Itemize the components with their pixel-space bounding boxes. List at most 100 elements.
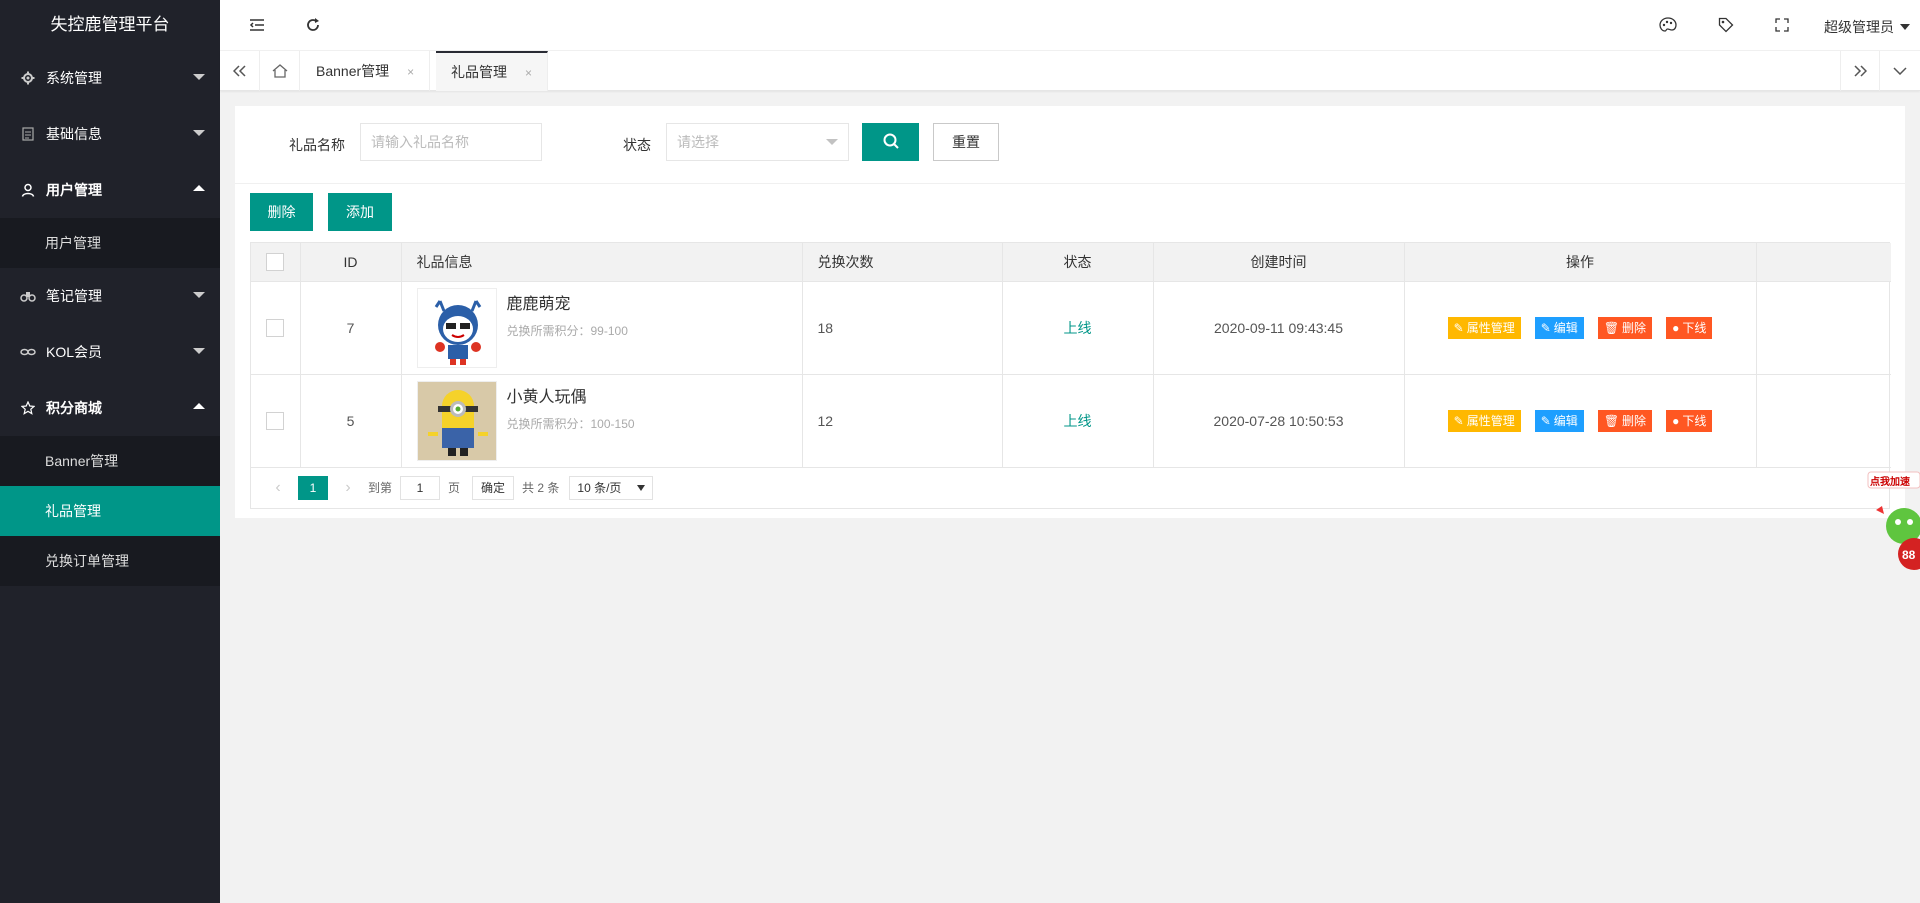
row-checkbox[interactable] bbox=[266, 411, 285, 430]
column-header-created[interactable]: 创建时间 bbox=[1153, 243, 1405, 282]
cell-id: 5 bbox=[300, 374, 402, 468]
sidebar-item-user-mgmt[interactable]: 用户管理 bbox=[0, 162, 220, 218]
tabs-dropdown-icon[interactable] bbox=[1880, 51, 1920, 91]
row-checkbox[interactable] bbox=[266, 318, 285, 337]
sidebar-item-label: 系统管理 bbox=[46, 70, 102, 86]
pencil-icon: ✎ bbox=[1453, 413, 1464, 428]
sidebar-item-kol[interactable]: KOL会员 bbox=[0, 324, 220, 380]
cell-spacer bbox=[1756, 281, 1891, 375]
edit-button[interactable]: ✎ 编辑 bbox=[1534, 316, 1584, 339]
next-page-icon[interactable]: › bbox=[336, 479, 360, 497]
cell-spacer bbox=[1756, 374, 1891, 468]
column-header-exchange-count[interactable]: 兑换次数 bbox=[802, 243, 1003, 282]
delete-button[interactable]: 删除 bbox=[250, 193, 313, 231]
delete-row-button[interactable]: 🗑 删除 bbox=[1597, 316, 1653, 339]
prev-page-icon[interactable]: ‹ bbox=[266, 479, 290, 497]
table-row: 5 小黄人玩偶 兑换所需积分：100-150 12 上线 2020-07-28 … bbox=[251, 374, 1891, 468]
gift-name-label: 礼品名称 bbox=[289, 137, 345, 153]
page-size-select[interactable]: 10 条/页 bbox=[569, 475, 654, 500]
chevron-down-icon bbox=[193, 348, 205, 354]
cell-gift-info: 小黄人玩偶 兑换所需积分：100-150 bbox=[401, 374, 803, 468]
gift-thumbnail-deer bbox=[416, 287, 497, 368]
column-header-id[interactable]: ID bbox=[300, 243, 402, 282]
gear-icon bbox=[20, 70, 36, 86]
pencil-icon: ✎ bbox=[1540, 320, 1551, 335]
select-all-checkbox[interactable] bbox=[266, 252, 285, 271]
offline-icon: ● bbox=[1672, 413, 1680, 428]
sidebar: 失控鹿管理平台 系统管理 基础信息 用户管理 用户管理 笔记管理 KOL会员 积… bbox=[0, 0, 220, 903]
column-header-actions[interactable]: 操作 bbox=[1404, 243, 1757, 282]
pencil-icon: ✎ bbox=[1540, 413, 1551, 428]
delete-row-button[interactable]: 🗑 删除 bbox=[1597, 409, 1653, 432]
page-unit-label: 页 bbox=[448, 481, 461, 495]
link-icon bbox=[20, 344, 36, 360]
gift-name: 鹿鹿萌宠 bbox=[506, 295, 571, 313]
sidebar-item-label: 用户管理 bbox=[46, 182, 102, 198]
search-form: 礼品名称 请输入礼品名称 状态 请选择 重置 bbox=[235, 106, 1905, 184]
close-icon[interactable]: × bbox=[407, 65, 414, 79]
chevron-up-icon bbox=[193, 185, 205, 191]
tab-gift[interactable]: 礼品管理 × bbox=[436, 51, 549, 91]
sidebar-item-points-mall[interactable]: 积分商城 bbox=[0, 380, 220, 436]
goto-page-input[interactable]: 1 bbox=[400, 475, 441, 500]
refresh-icon[interactable] bbox=[303, 15, 323, 35]
sidebar-item-basic-info[interactable]: 基础信息 bbox=[0, 106, 220, 162]
gift-name-input[interactable]: 请输入礼品名称 bbox=[360, 123, 542, 161]
admin-name: 超级管理员 bbox=[1824, 19, 1894, 35]
tag-icon[interactable] bbox=[1716, 15, 1736, 35]
sidebar-item-label: 笔记管理 bbox=[46, 288, 102, 304]
column-header-gift-info[interactable]: 礼品信息 bbox=[401, 243, 803, 282]
cell-gift-info: 鹿鹿萌宠 兑换所需积分：99-100 bbox=[401, 281, 803, 375]
status-label: 状态 bbox=[623, 137, 651, 153]
total-count: 共 2 条 bbox=[522, 481, 560, 495]
chevron-down-icon bbox=[637, 484, 646, 491]
sidebar-item-label: 积分商城 bbox=[46, 400, 102, 416]
offline-button[interactable]: ● 下线 bbox=[1666, 316, 1713, 339]
edit-label: 编辑 bbox=[1553, 413, 1578, 428]
page-size-value: 10 条/页 bbox=[577, 480, 622, 495]
sidebar-item-notes[interactable]: 笔记管理 bbox=[0, 268, 220, 324]
admin-user-menu[interactable]: 超级管理员 bbox=[1824, 17, 1910, 37]
speedup-widget[interactable]: 点我加速 88 bbox=[1864, 466, 1920, 576]
tabs-scroll-left-icon[interactable] bbox=[220, 51, 260, 91]
tabs-scroll-right-icon[interactable] bbox=[1840, 51, 1880, 91]
attribute-manage-button[interactable]: ✎ 属性管理 bbox=[1447, 409, 1521, 432]
gift-table: ID 礼品信息 兑换次数 状态 创建时间 操作 7 鹿鹿萌宠 兑换所需积分：99… bbox=[250, 242, 1891, 509]
theme-palette-icon[interactable] bbox=[1658, 15, 1678, 35]
sidebar-subitem-orders[interactable]: 兑换订单管理 bbox=[0, 536, 220, 586]
status-select[interactable]: 请选择 bbox=[666, 123, 849, 161]
current-page[interactable]: 1 bbox=[298, 475, 328, 500]
sidebar-item-label: 基础信息 bbox=[46, 126, 102, 142]
delete-label: 删除 bbox=[1622, 320, 1647, 335]
offline-button[interactable]: ● 下线 bbox=[1666, 409, 1713, 432]
chevron-down-icon bbox=[193, 130, 205, 136]
sidebar-item-system[interactable]: 系统管理 bbox=[0, 50, 220, 106]
close-icon[interactable]: × bbox=[525, 66, 532, 80]
search-icon bbox=[882, 132, 900, 153]
cell-created: 2020-07-28 10:50:53 bbox=[1153, 374, 1405, 468]
reset-button[interactable]: 重置 bbox=[933, 123, 999, 161]
cell-status: 上线 bbox=[1002, 374, 1154, 468]
search-button[interactable] bbox=[862, 123, 919, 161]
attribute-manage-button[interactable]: ✎ 属性管理 bbox=[1447, 316, 1521, 339]
cell-exchange-count: 18 bbox=[802, 281, 1003, 375]
sidebar-subitem-gift[interactable]: 礼品管理 bbox=[0, 486, 220, 536]
tab-banner[interactable]: Banner管理 × bbox=[301, 51, 431, 91]
table-header-row: ID 礼品信息 兑换次数 状态 创建时间 操作 bbox=[251, 243, 1891, 282]
chevron-down-icon bbox=[826, 139, 838, 145]
sidebar-subitem-banner[interactable]: Banner管理 bbox=[0, 436, 220, 486]
gift-points: 兑换所需积分：99-100 bbox=[506, 323, 628, 338]
offline-label: 下线 bbox=[1682, 413, 1707, 428]
cell-created: 2020-09-11 09:43:45 bbox=[1153, 281, 1405, 375]
fullscreen-icon[interactable] bbox=[1772, 15, 1792, 35]
sidebar-subitem-user-mgmt[interactable]: 用户管理 bbox=[0, 218, 220, 268]
goto-confirm-button[interactable]: 确定 bbox=[472, 475, 515, 500]
home-icon[interactable] bbox=[260, 51, 300, 91]
cell-actions: ✎ 属性管理 ✎ 编辑 🗑 删除 ● 下线 bbox=[1404, 374, 1757, 468]
menu-toggle-icon[interactable] bbox=[247, 15, 267, 35]
add-button[interactable]: 添加 bbox=[328, 193, 392, 231]
gift-thumbnail-minion bbox=[416, 380, 497, 461]
edit-button[interactable]: ✎ 编辑 bbox=[1534, 409, 1584, 432]
chevron-up-icon bbox=[193, 403, 205, 409]
column-header-status[interactable]: 状态 bbox=[1002, 243, 1154, 282]
